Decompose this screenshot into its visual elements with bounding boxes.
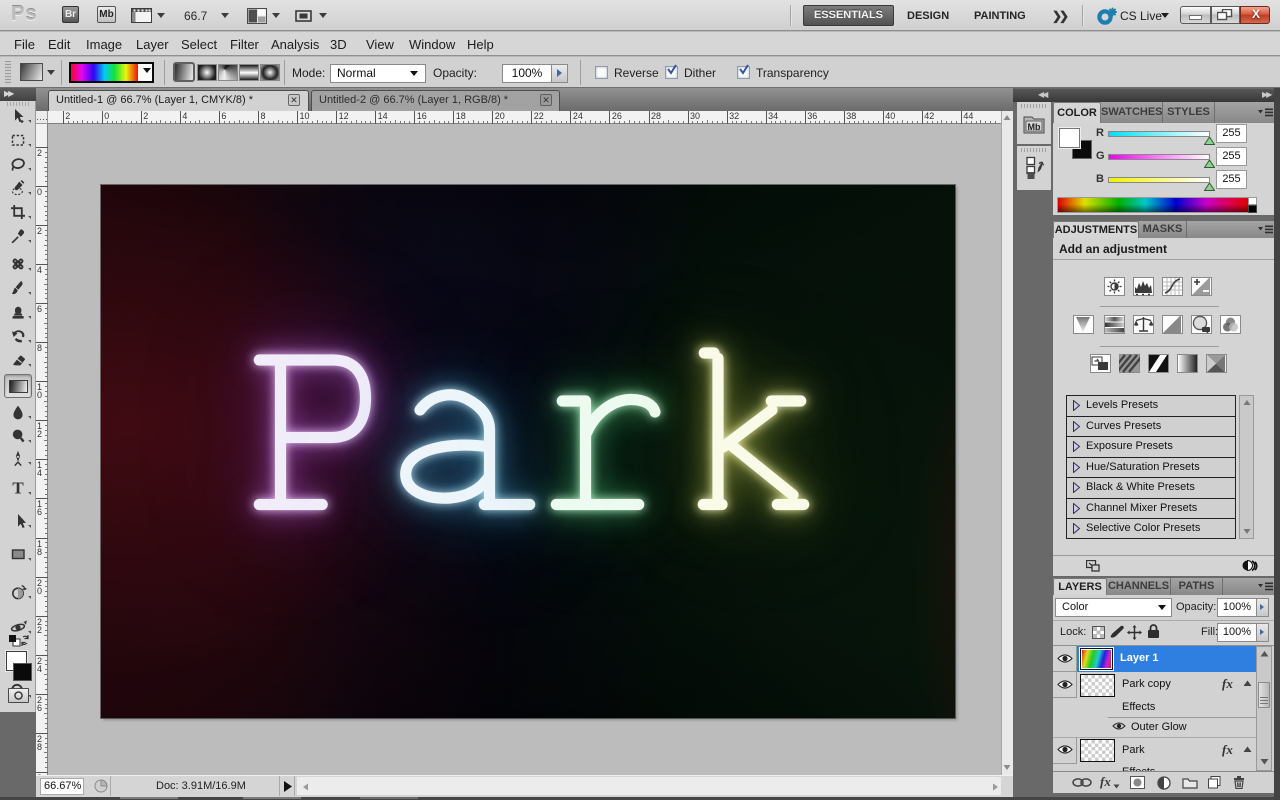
- svg-text:T: T: [12, 479, 24, 497]
- svg-text:Mb: Mb: [1028, 122, 1041, 132]
